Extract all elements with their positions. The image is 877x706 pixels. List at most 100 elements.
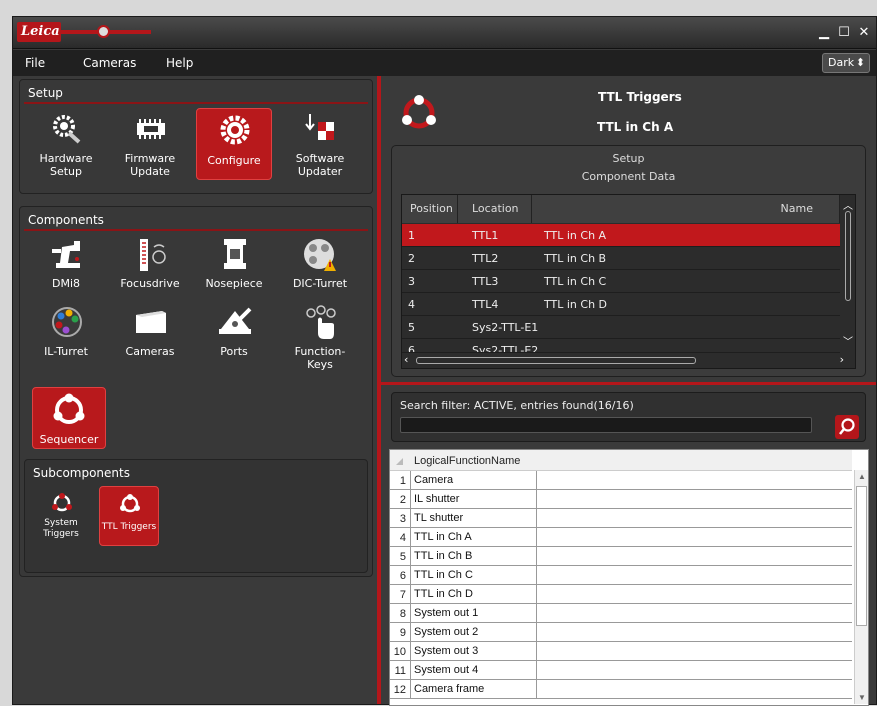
list-row-value[interactable]: Camera: [410, 471, 537, 490]
column-header-logical-function-name[interactable]: LogicalFunctionName: [414, 455, 520, 467]
title-bar: Leica ▁ ☐ ✕: [13, 17, 876, 49]
chevron-down-icon[interactable]: ▼: [858, 693, 866, 702]
scroll-thumb[interactable]: [845, 211, 851, 301]
list-row-number: 5: [399, 551, 406, 563]
list-item[interactable]: 10 System out 3: [390, 642, 852, 661]
table-row[interactable]: 3 TTL3 TTL in Ch C: [402, 270, 840, 293]
list-item[interactable]: 6 TTL in Ch C: [390, 566, 852, 585]
table-row[interactable]: 1 TTL1 TTL in Ch A: [402, 224, 840, 247]
search-icon: [839, 418, 855, 435]
column-header-name[interactable]: Name: [532, 195, 840, 223]
tile-label: Function- Keys: [294, 345, 346, 371]
camera-icon: [136, 311, 166, 333]
leica-logo: Leica: [17, 22, 61, 42]
list-item[interactable]: 5 TTL in Ch B: [390, 547, 852, 566]
chevron-left-icon[interactable]: ‹: [404, 353, 408, 366]
list-item[interactable]: 7 TTL in Ch D: [390, 585, 852, 604]
list-row-value[interactable]: System out 4: [410, 661, 537, 680]
list-item[interactable]: 8 System out 1: [390, 604, 852, 623]
app-window: Leica ▁ ☐ ✕ File Cameras Help Dark ⬍ Set…: [12, 16, 877, 706]
brand-slider-knob: [97, 25, 110, 38]
close-icon[interactable]: ✕: [856, 25, 872, 41]
sequencer-icon: [53, 393, 85, 424]
menu-file[interactable]: File: [25, 56, 45, 70]
tile-cameras[interactable]: Cameras: [112, 303, 188, 369]
tile-ports[interactable]: Ports: [196, 303, 272, 369]
il-turret-icon: [52, 307, 82, 337]
list-row-value[interactable]: System out 1: [410, 604, 537, 623]
chevron-up-icon[interactable]: ︿: [843, 197, 853, 212]
tile-hardware-setup[interactable]: Hardware Setup: [28, 108, 104, 180]
list-item[interactable]: 1 Camera: [390, 471, 852, 490]
tile-software-updater[interactable]: Software Updater: [282, 108, 358, 180]
sort-corner-icon: [396, 458, 403, 465]
list-row-value[interactable]: TTL in Ch D: [410, 585, 537, 604]
vertical-scrollbar[interactable]: ︿ ﹀: [843, 197, 853, 348]
tile-label: Configure: [207, 154, 261, 167]
tile-il-turret[interactable]: IL-Turret: [28, 303, 104, 369]
list-row-value[interactable]: System out 2: [410, 623, 537, 642]
tile-dmi8[interactable]: DMi8: [28, 235, 104, 297]
scroll-thumb[interactable]: [856, 486, 867, 626]
list-item[interactable]: 2 IL shutter: [390, 490, 852, 509]
tile-label: TTL Triggers: [101, 522, 157, 532]
list-row-value[interactable]: TTL in Ch C: [410, 566, 537, 585]
tile-focusdrive[interactable]: Focusdrive: [112, 235, 188, 297]
subcomponents-panel: Subcomponents System Triggers TTL Trigge…: [24, 459, 368, 573]
software-update-icon: [305, 114, 334, 140]
list-row-value[interactable]: TTL in Ch B: [410, 547, 537, 566]
search-input[interactable]: [400, 417, 812, 433]
menu-bar: File Cameras Help Dark ⬍: [13, 50, 876, 76]
ttl-triggers-icon: [120, 494, 140, 513]
list-item[interactable]: 9 System out 2: [390, 623, 852, 642]
search-button[interactable]: [835, 415, 859, 439]
tile-firmware-update[interactable]: Firmware Update: [112, 108, 188, 180]
gear-wrench-icon: [53, 115, 81, 144]
list-row-value[interactable]: System out 3: [410, 642, 537, 661]
list-item[interactable]: 12 Camera frame: [390, 680, 852, 699]
tile-label: DMi8: [51, 277, 80, 290]
chevron-up-icon[interactable]: ▲: [858, 472, 866, 481]
tile-ttl-triggers[interactable]: TTL Triggers: [99, 486, 159, 546]
list-row-value[interactable]: TTL in Ch A: [410, 528, 537, 547]
components-panel-title: Components: [28, 213, 104, 227]
table-row[interactable]: 6 Sys2-TTL-E2: [402, 339, 840, 353]
horizontal-scrollbar[interactable]: ‹ ›: [404, 353, 844, 366]
tile-configure[interactable]: Configure: [196, 108, 272, 180]
table-row[interactable]: 4 TTL4 TTL in Ch D: [402, 293, 840, 316]
maximize-icon[interactable]: ☐: [836, 25, 852, 41]
tile-system-triggers[interactable]: System Triggers: [31, 488, 91, 548]
table-row[interactable]: 2 TTL2 TTL in Ch B: [402, 247, 840, 270]
tile-function-keys[interactable]: Function- Keys: [282, 303, 358, 379]
vertical-scrollbar[interactable]: ▲ ▼: [854, 470, 868, 704]
chevron-right-icon[interactable]: ›: [840, 353, 844, 366]
menu-help[interactable]: Help: [166, 56, 193, 70]
list-row-value[interactable]: TL shutter: [410, 509, 537, 528]
tile-dic-turret[interactable]: DIC-Turret: [282, 235, 358, 297]
minimize-icon[interactable]: ▁: [816, 25, 832, 41]
column-header-location[interactable]: Location: [458, 195, 532, 223]
list-row-value[interactable]: Camera frame: [410, 680, 537, 699]
menu-cameras[interactable]: Cameras: [83, 56, 136, 70]
function-keys-icon: [306, 305, 336, 339]
scroll-thumb[interactable]: [416, 357, 696, 364]
chevron-down-icon[interactable]: ﹀: [843, 333, 853, 348]
list-item[interactable]: 3 TL shutter: [390, 509, 852, 528]
search-filter-label: Search filter: ACTIVE, entries found(16/…: [400, 399, 634, 412]
table-row[interactable]: 5 Sys2-TTL-E1: [402, 316, 840, 339]
tile-nosepiece[interactable]: Nosepiece: [196, 235, 272, 297]
list-row-number: 12: [393, 684, 406, 696]
tile-label: Cameras: [125, 345, 175, 358]
divider: [24, 229, 368, 231]
theme-select[interactable]: Dark ⬍: [822, 53, 870, 73]
list-item[interactable]: 11 System out 4: [390, 661, 852, 680]
list-item[interactable]: 4 TTL in Ch A: [390, 528, 852, 547]
detail-title: TTL Triggers: [598, 90, 682, 104]
list-row-number: 9: [399, 627, 406, 639]
column-header-position[interactable]: Position: [402, 195, 458, 223]
component-data-table: Position Location Name 1 TTL1 TTL in Ch …: [401, 194, 856, 369]
tile-sequencer[interactable]: Sequencer: [32, 387, 106, 449]
logical-function-list: LogicalFunctionName 1 Camera 2 IL shutter 3 T…: [389, 449, 869, 706]
list-row-value[interactable]: IL shutter: [410, 490, 537, 509]
list-row-number: 8: [399, 608, 406, 620]
